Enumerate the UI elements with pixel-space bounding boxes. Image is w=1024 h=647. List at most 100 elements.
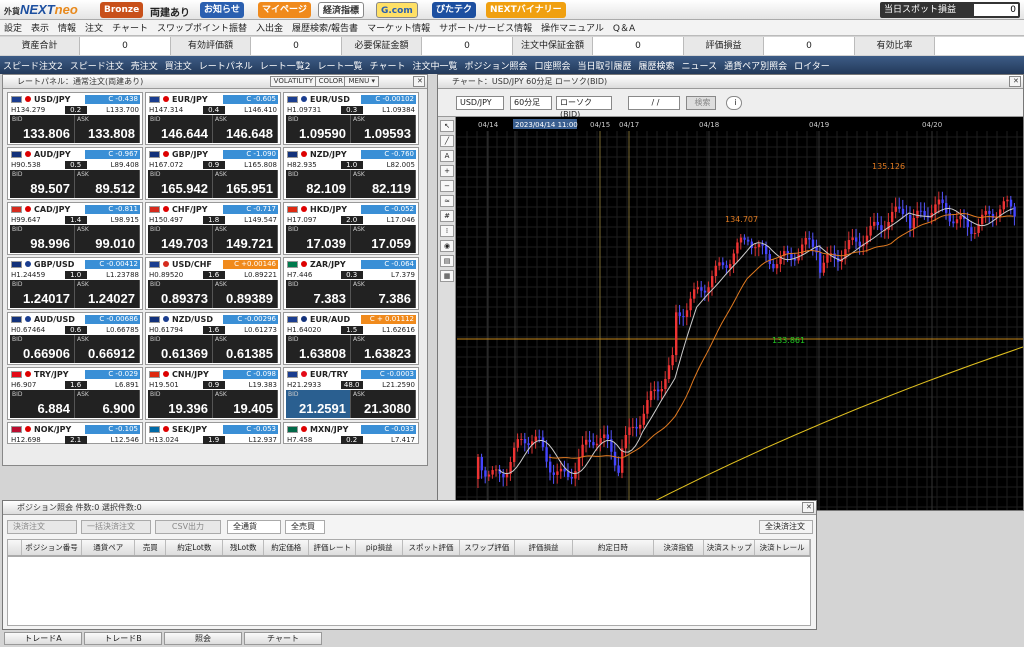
column-header[interactable]: 決済指値 — [654, 540, 705, 555]
rate-tile[interactable]: GBP/JPY C -1.090 H 167.072 0.9 L 165.808 BID 1… — [145, 147, 281, 200]
sell-button[interactable]: BID 0.66906 — [10, 335, 75, 363]
currency-filter-select[interactable]: 全通貨 — [227, 520, 281, 534]
menu-item[interactable]: 注文 — [85, 21, 103, 34]
rate-tile[interactable]: NZD/USD C -0.00296 H 0.61794 1.6 L 0.61273 BI… — [145, 312, 281, 365]
column-header[interactable]: スポット評価 — [403, 540, 460, 555]
settle-all-button[interactable]: 全決済注文 — [759, 520, 813, 534]
sell-button[interactable]: BID 6.884 — [10, 390, 75, 418]
buy-button[interactable]: ASK 7.386 — [351, 280, 416, 308]
buy-button[interactable]: ASK 1.09593 — [351, 115, 416, 143]
menu-item[interactable]: スワップポイント振替 — [157, 21, 247, 34]
column-header[interactable]: 約定日時 — [573, 540, 654, 555]
line-tool-icon[interactable]: ╱ — [440, 135, 454, 147]
rate-tile[interactable]: USD/JPY C -0.438 H 134.279 0.2 L 133.700 BID 1… — [7, 92, 143, 145]
bottom-tab[interactable]: トレードB — [84, 632, 162, 645]
pair-select[interactable]: USD/JPY — [456, 96, 504, 110]
rate-tile[interactable]: EUR/USD C -0.00102 H 1.09731 0.3 L 1.09384 BI… — [283, 92, 419, 145]
rate-tile[interactable]: GBP/USD C -0.00412 H 1.24459 1.0 L 1.23788 BI… — [7, 257, 143, 310]
column-header[interactable]: スワップ評価 — [460, 540, 515, 555]
column-header[interactable]: 約定Lot数 — [166, 540, 224, 555]
notice-button[interactable]: お知らせ — [200, 2, 244, 18]
bottom-tab[interactable]: トレードA — [4, 632, 82, 645]
zoom-in-icon[interactable]: + — [440, 165, 454, 177]
column-header[interactable]: 残Lot数 — [223, 540, 265, 555]
close-icon[interactable]: ✕ — [1009, 76, 1021, 87]
toolbar-button[interactable]: 通貨ペア別照会 — [724, 59, 787, 72]
bulk-settle-button[interactable]: 一括決済注文 — [81, 520, 151, 534]
buy-button[interactable]: ASK 89.512 — [75, 170, 140, 198]
buy-button[interactable]: ASK 1.63823 — [351, 335, 416, 363]
toolbar-button[interactable]: 履歴検索 — [639, 59, 675, 72]
side-filter-select[interactable]: 全売買 — [285, 520, 325, 534]
sell-button[interactable]: BID 89.507 — [10, 170, 75, 198]
toolbar-button[interactable]: 売注文 — [131, 59, 158, 72]
menu-item[interactable]: 表示 — [31, 21, 49, 34]
rate-tile[interactable]: EUR/TRY C -0.0003 H 21.2933 48.0 L 21.2590 BI… — [283, 367, 419, 420]
buy-button[interactable]: ASK 0.89389 — [213, 280, 278, 308]
toolbar-button[interactable]: スピード注文2 — [3, 59, 63, 72]
price-chart[interactable]: 04/14 2023/04/14 11:00 04/15 04/17 04/18 04/1… — [457, 117, 1023, 510]
rate-tile[interactable]: NZD/JPY C -0.760 H 82.935 1.0 L 82.005 BID 82.… — [283, 147, 419, 200]
sell-button[interactable]: BID 149.703 — [148, 225, 213, 253]
buy-button[interactable]: ASK 19.405 — [213, 390, 278, 418]
zoom-out-icon[interactable]: − — [440, 180, 454, 192]
rate-tile[interactable]: ZAR/JPY C -0.064 H 7.446 0.3 L 7.379 BID 7.383… — [283, 257, 419, 310]
settle-order-button[interactable]: 決済注文 — [7, 520, 77, 534]
rate-tile[interactable]: TRY/JPY C -0.029 H 6.907 1.6 L 6.891 BID 6.884… — [7, 367, 143, 420]
buy-button[interactable]: ASK 6.900 — [75, 390, 140, 418]
sell-button[interactable]: BID 1.24017 — [10, 280, 75, 308]
buy-button[interactable]: ASK 21.3080 — [351, 390, 416, 418]
grid-icon[interactable]: # — [440, 210, 454, 222]
bottom-tab[interactable]: チャート — [244, 632, 322, 645]
rate-tile[interactable]: USD/CHF C +0.00146 H 0.89520 1.6 L 0.89221 BI… — [145, 257, 281, 310]
chart-type-select[interactable]: ローソク(BID) — [556, 96, 612, 119]
rate-tile[interactable]: NOK/JPY C -0.105 H 12.698 2.1 L 12.546 — [7, 422, 143, 444]
toolbar-button[interactable]: ニュース — [682, 59, 718, 72]
column-header[interactable]: 通貨ペア — [82, 540, 136, 555]
rate-tile[interactable]: SEK/JPY C -0.053 H 13.024 1.9 L 12.937 — [145, 422, 281, 444]
menu-item[interactable]: 入出金 — [256, 21, 283, 34]
toolbar-button[interactable]: チャート — [370, 59, 406, 72]
column-header[interactable]: ポジション番号 — [22, 540, 83, 555]
column-header[interactable]: 評価損益 — [515, 540, 574, 555]
rate-tile[interactable]: CHF/JPY C -0.717 H 150.497 1.8 L 149.547 BID 1… — [145, 202, 281, 255]
buy-button[interactable]: ASK 82.119 — [351, 170, 416, 198]
compare-icon[interactable]: ⁞ — [440, 225, 454, 237]
sell-button[interactable]: BID 133.806 — [10, 115, 75, 143]
sell-button[interactable]: BID 0.89373 — [148, 280, 213, 308]
print-icon[interactable]: ▤ — [440, 255, 454, 267]
search-button[interactable]: 検索 — [686, 96, 716, 110]
buy-button[interactable]: ASK 149.721 — [213, 225, 278, 253]
rate-tile[interactable]: MXN/JPY C -0.033 H 7.458 0.2 L 7.417 — [283, 422, 419, 444]
bottom-tab[interactable]: 照会 — [164, 632, 242, 645]
sell-button[interactable]: BID 98.996 — [10, 225, 75, 253]
menu-item[interactable]: 履歴検索/報告書 — [292, 21, 358, 34]
menu-item[interactable]: Q＆A — [613, 21, 635, 34]
rate-tile[interactable]: EUR/AUD C + 0.01112 H 1.64020 1.5 L 1.62616 B… — [283, 312, 419, 365]
sell-button[interactable]: BID 1.09590 — [286, 115, 351, 143]
rate-tile[interactable]: EUR/JPY C -0.605 H 147.314 0.4 L 146.410 BID 1… — [145, 92, 281, 145]
column-header[interactable]: pip損益 — [356, 540, 404, 555]
column-header[interactable]: 約定価格 — [264, 540, 310, 555]
info-icon[interactable]: i — [726, 96, 742, 110]
select-all-checkbox[interactable] — [8, 540, 22, 555]
buy-button[interactable]: ASK 17.059 — [351, 225, 416, 253]
rate-tile[interactable]: AUD/USD C -0.00686 H 0.67464 0.6 L 0.66785 BI… — [7, 312, 143, 365]
menu-item[interactable]: 設定 — [4, 21, 22, 34]
sell-button[interactable]: BID 146.644 — [148, 115, 213, 143]
menu-item[interactable]: サポート/サービス情報 — [439, 21, 532, 34]
sell-button[interactable]: BID 19.396 — [148, 390, 213, 418]
economic-indicator-button[interactable]: 経済指標 — [318, 2, 365, 18]
next-binary-button[interactable]: NEXTバイナリー — [486, 2, 566, 18]
buy-button[interactable]: ASK 165.951 — [213, 170, 278, 198]
draw-all-icon[interactable]: A — [440, 150, 454, 162]
buy-button[interactable]: ASK 133.808 — [75, 115, 140, 143]
date-field[interactable]: / / — [628, 96, 680, 110]
buy-button[interactable]: ASK 0.61385 — [213, 335, 278, 363]
buy-button[interactable]: ASK 1.24027 — [75, 280, 140, 308]
volatility-button[interactable]: VOLATILITY — [269, 76, 317, 87]
indicator-icon[interactable]: ≈ — [440, 195, 454, 207]
mypage-button[interactable]: マイページ — [258, 2, 311, 18]
timeframe-select[interactable]: 60分足 — [510, 96, 552, 110]
column-header[interactable]: 決済ストップ — [704, 540, 756, 555]
